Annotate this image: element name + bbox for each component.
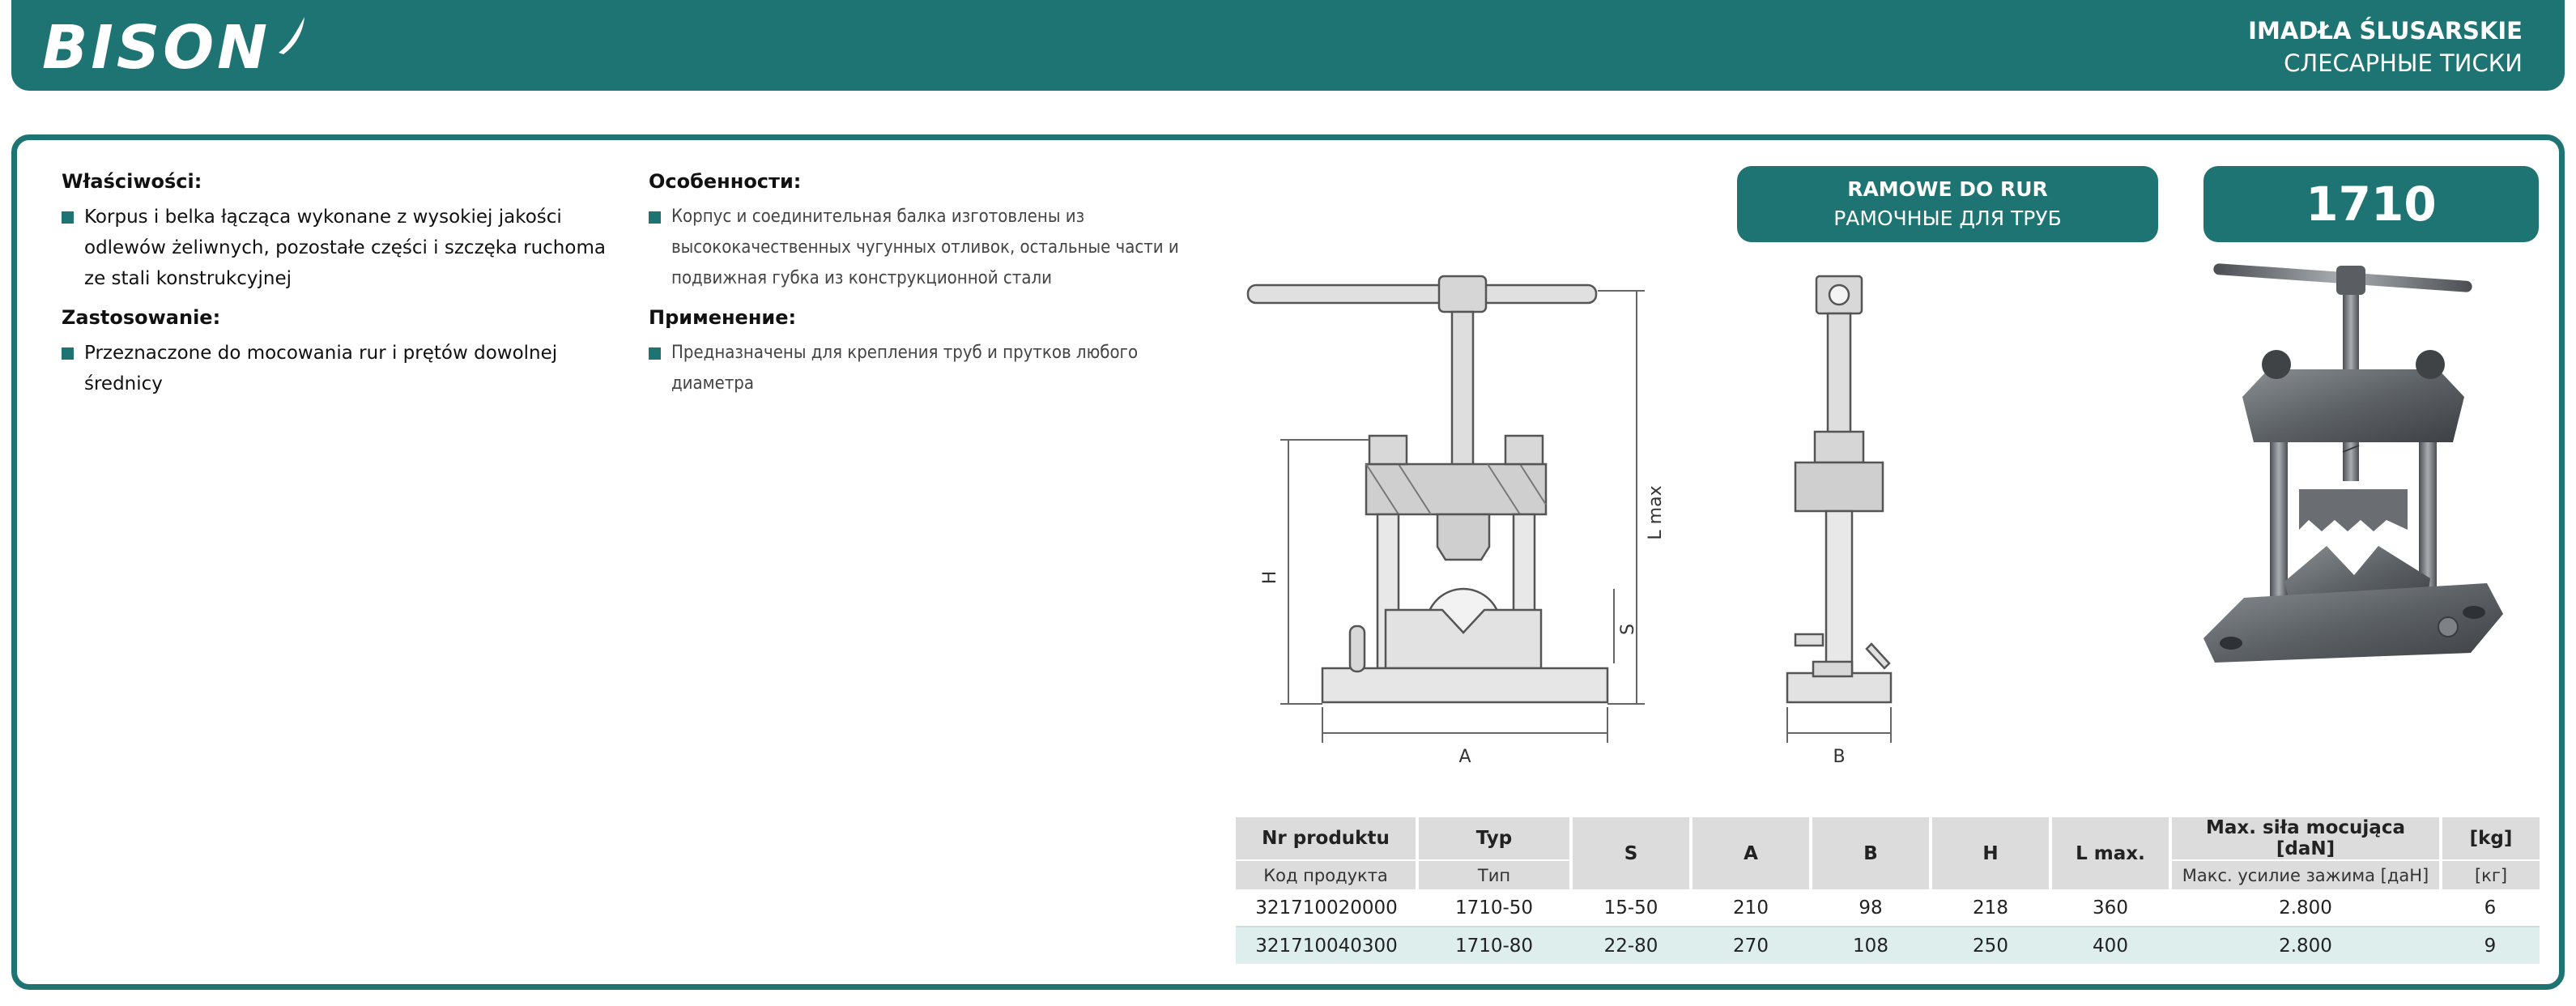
- col-header-product-no: Nr produktu: [1236, 817, 1417, 860]
- col-subheader-force: Макс. усилие зажима [даН]: [2169, 859, 2441, 889]
- col-subheader-product-no: Код продукта: [1236, 859, 1417, 889]
- list-item: Korpus i belka łącząca wykonane z wysoki…: [62, 202, 612, 294]
- product-photo: [2203, 263, 2503, 663]
- list-item: Корпус и соединительная балка изготовлен…: [649, 202, 1199, 294]
- technical-drawing: H S L max A B: [1246, 275, 1893, 767]
- type-badge: RAMOWE DO RUR РАМОЧНЫЕ ДЛЯ ТРУБ: [1737, 166, 2158, 242]
- table-row: 321710020000 1710-50 15-50 210 98 218 36…: [1236, 889, 2540, 927]
- col-header-s: S: [1569, 817, 1691, 889]
- type-badge-pl: RAMOWE DO RUR: [1847, 177, 2048, 201]
- model-number-badge: 1710: [2203, 166, 2539, 242]
- col-header-force: Max. siła mocująca [daN]: [2169, 817, 2441, 860]
- dim-label-s: S: [1618, 624, 1638, 635]
- header-titles: IMADŁA ŚLUSARSKIE СЛЕСАРНЫЕ ТИСКИ: [2248, 15, 2523, 79]
- properties-list-pl: Korpus i belka łącząca wykonane z wysoki…: [62, 202, 612, 294]
- cell-lmax: 400: [2050, 926, 2170, 964]
- col-header-kg: [kg]: [2439, 817, 2540, 860]
- description-ru: Особенности: Корпус и соединительная бал…: [649, 166, 1199, 407]
- properties-heading-ru: Особенности:: [649, 170, 802, 193]
- cell-s: 15-50: [1603, 897, 1658, 919]
- col-header-b: B: [1809, 817, 1931, 889]
- list-item: Przeznaczone do mocowania rur i prętów d…: [62, 338, 612, 399]
- category-title-ru: СЛЕСАРНЫЕ ТИСКИ: [2284, 49, 2523, 77]
- usage-list-pl: Przeznaczone do mocowania rur i prętów d…: [62, 338, 612, 399]
- cell-a: 210: [1733, 897, 1769, 919]
- cell-type: 1710-80: [1417, 926, 1571, 964]
- col-subheader-kg: [кг]: [2439, 859, 2540, 889]
- bullet-square-icon: [649, 211, 661, 224]
- col-header-type: Typ: [1416, 817, 1571, 860]
- horn-icon: [279, 17, 305, 54]
- cell-h: 218: [1973, 897, 2008, 919]
- bison-logo: BISON: [42, 11, 308, 84]
- type-badge-ru: РАМОЧНЫЕ ДЛЯ ТРУБ: [1833, 207, 2062, 230]
- col-header-h: H: [1929, 817, 2050, 889]
- cell-product-no: 321710040300: [1236, 926, 1417, 964]
- bullet-square-icon: [649, 347, 661, 360]
- cell-a: 270: [1691, 926, 1811, 964]
- cell-kg: 9: [2441, 926, 2540, 964]
- cell-b: 108: [1811, 926, 1931, 964]
- product-panel: Właściwości: Korpus i belka łącząca wyko…: [11, 134, 2565, 990]
- properties-list-ru: Корпус и соединительная балка изготовлен…: [649, 202, 1199, 294]
- logo-text: BISON: [42, 13, 271, 83]
- list-item: Предназначены для крепления труб и прутк…: [649, 338, 1199, 399]
- cell-kg: 6: [2484, 897, 2497, 919]
- page-header: BISON IMADŁA ŚLUSARSKIE СЛЕСАРНЫЕ ТИСКИ: [11, 0, 2565, 91]
- properties-heading-pl: Właściwości:: [62, 170, 202, 193]
- specification-table: Nr produktu Typ S A B H L max. Max. siła…: [1236, 817, 2540, 964]
- cell-b: 98: [1859, 897, 1883, 919]
- cell-s: 22-80: [1571, 926, 1691, 964]
- col-subheader-type: Тип: [1416, 859, 1571, 889]
- dim-label-a: A: [1458, 747, 1471, 767]
- table-row: 321710040300 1710-80 22-80 270 108 250 4…: [1236, 926, 2540, 964]
- bullet-square-icon: [62, 211, 74, 224]
- category-title-pl: IMADŁA ŚLUSARSKIE: [2248, 17, 2523, 45]
- cell-product-no: 321710020000: [1255, 897, 1398, 919]
- cell-lmax: 360: [2093, 897, 2128, 919]
- usage-heading-pl: Zastosowanie:: [62, 306, 221, 329]
- col-header-a: A: [1689, 817, 1811, 889]
- cell-force: 2.800: [2279, 897, 2332, 919]
- dim-label-b: B: [1833, 747, 1845, 767]
- dim-label-h: H: [1260, 571, 1280, 585]
- dim-label-lmax: L max: [1646, 485, 1666, 539]
- description-pl: Właściwości: Korpus i belka łącząca wyko…: [62, 166, 612, 407]
- bullet-square-icon: [62, 347, 74, 360]
- usage-heading-ru: Применение:: [649, 306, 797, 329]
- col-header-lmax: L max.: [2049, 817, 2170, 889]
- cell-h: 250: [1931, 926, 2050, 964]
- cell-force: 2.800: [2170, 926, 2441, 964]
- usage-list-ru: Предназначены для крепления труб и прутк…: [649, 338, 1199, 399]
- cell-type: 1710-50: [1454, 897, 1534, 919]
